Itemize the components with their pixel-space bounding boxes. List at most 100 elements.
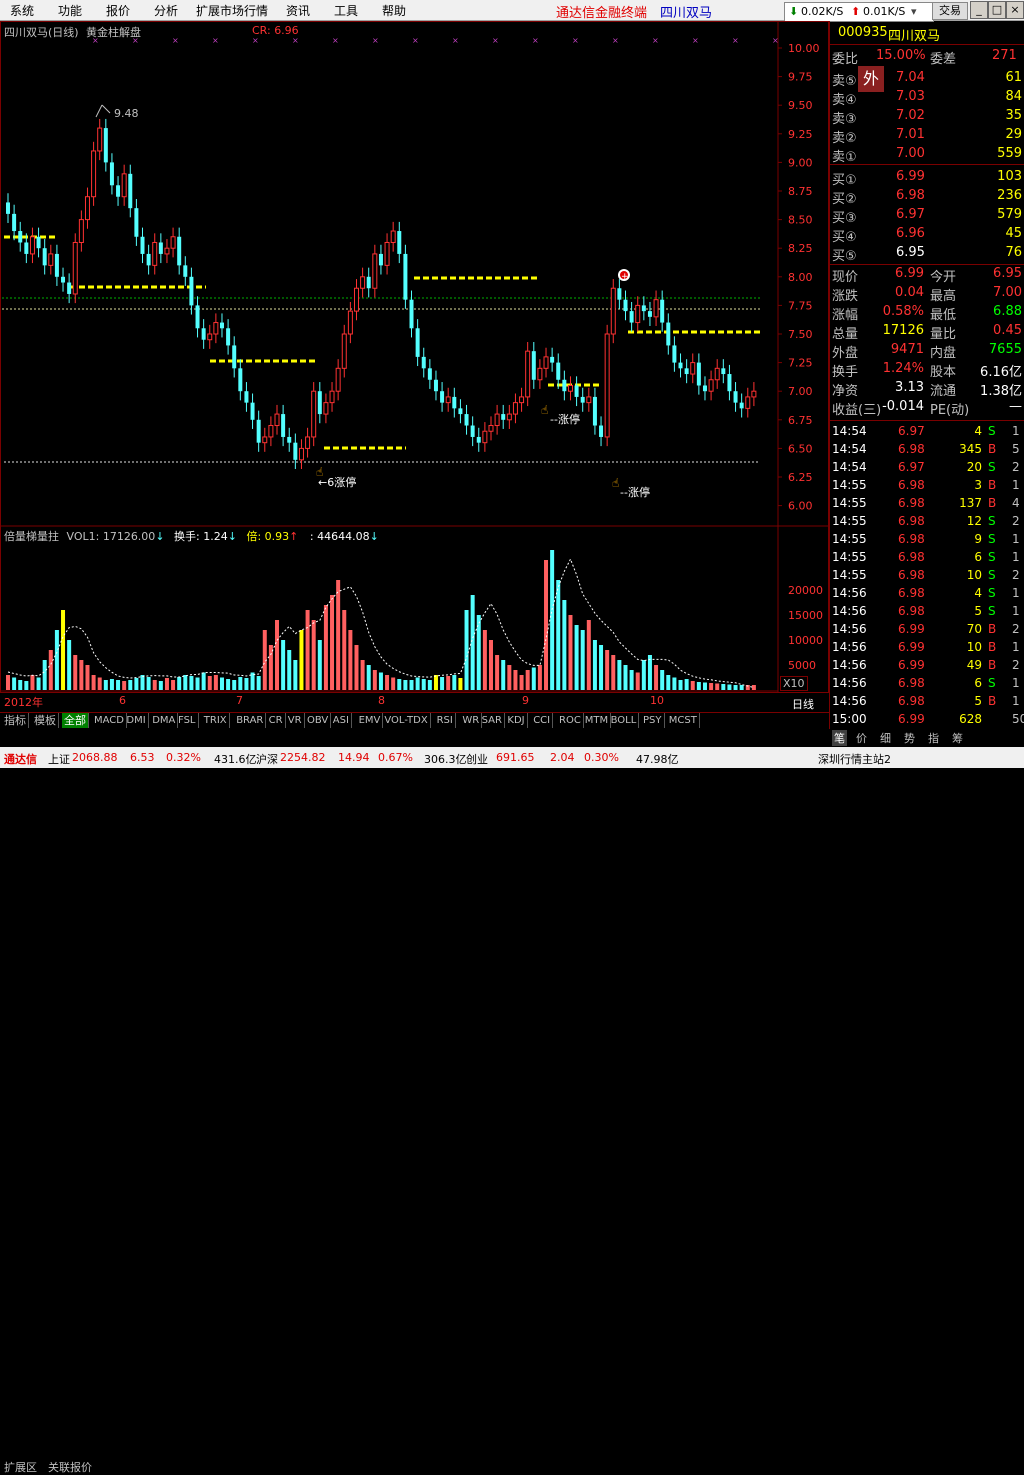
tick-time: 14:55	[832, 496, 867, 510]
sh-amount: 431.6亿	[214, 753, 257, 766]
volume-bar	[501, 660, 506, 690]
tab-extension[interactable]: 扩展区	[4, 1459, 37, 1474]
candle-body	[18, 231, 23, 243]
candle-body	[592, 396, 597, 426]
indicator-tab[interactable]: 模板	[32, 713, 59, 728]
quote-bottom-tab[interactable]: 指	[928, 730, 939, 746]
candle-body	[512, 402, 518, 415]
tick-side: B	[988, 640, 997, 654]
tick-time: 14:54	[832, 424, 867, 438]
period-label[interactable]: 日线	[792, 696, 814, 712]
candle-body	[562, 379, 567, 392]
indicator-tab[interactable]: FSL	[176, 713, 199, 728]
candle-body	[366, 276, 371, 289]
quote-bottom-tab[interactable]: 细	[880, 730, 891, 746]
menu-quote[interactable]: 报价	[106, 2, 130, 19]
indicator-tab[interactable]: DMA	[150, 713, 179, 728]
candle-body	[427, 368, 432, 380]
candle-body	[610, 287, 616, 335]
indicator-tab[interactable]: CR	[267, 713, 286, 728]
indicator-tab[interactable]: 全部	[62, 713, 89, 728]
trade-button[interactable]: 交易	[932, 2, 968, 20]
quote-bottom-tab[interactable]: 势	[904, 730, 915, 746]
minimize-button[interactable]: _	[970, 1, 988, 19]
menu-analysis[interactable]: 分析	[154, 2, 178, 19]
price-tick-label: 6.50	[788, 442, 813, 455]
marker-x: ×	[612, 36, 619, 45]
indicator-tab[interactable]: SAR	[480, 713, 505, 728]
indicator-tab[interactable]: RSI	[435, 713, 456, 728]
tick-volume: 10	[966, 640, 982, 654]
indicator-tab[interactable]: EMV	[357, 713, 384, 728]
indicator-tab[interactable]: KDJ	[505, 713, 528, 728]
volume-bar	[531, 667, 536, 690]
indicator-tab[interactable]: ROC	[557, 713, 584, 728]
tab-related-quote[interactable]: 关联报价	[48, 1459, 92, 1474]
indicator-tab[interactable]: MTM	[583, 713, 612, 728]
svg-text:+: +	[621, 272, 629, 282]
weicha-value: 271	[992, 48, 1017, 63]
close-button[interactable]: ×	[1006, 1, 1024, 19]
indicator-tab[interactable]: VOL-TDX	[382, 713, 431, 728]
volume-bar	[751, 685, 756, 690]
up-arrow-icon: ⬆	[851, 5, 861, 18]
quote-bottom-tab[interactable]: 笔	[832, 730, 847, 746]
candle-body	[158, 242, 163, 254]
indicator-tab[interactable]: 指标	[2, 713, 29, 728]
tick-side: S	[988, 568, 996, 582]
marker-x: ×	[292, 36, 299, 45]
dropdown-icon[interactable]: ▾	[911, 5, 917, 18]
menu-system[interactable]: 系统	[10, 2, 34, 19]
indicator-tab[interactable]: TRIX	[202, 713, 230, 728]
menu-tools[interactable]: 工具	[334, 2, 358, 19]
tick-volume: 9	[974, 532, 982, 546]
indicator-tab[interactable]: BRAR	[234, 713, 267, 728]
indicator-tab[interactable]: BOLL	[609, 713, 640, 728]
quote-bottom-tab[interactable]: 价	[856, 730, 867, 746]
tick-side: S	[988, 514, 996, 528]
indicator-tab[interactable]: PSY	[641, 713, 665, 728]
stat-value: 6.95	[993, 266, 1022, 281]
menu-function[interactable]: 功能	[58, 2, 82, 19]
indicator-tab[interactable]: DMI	[124, 713, 149, 728]
menu-help[interactable]: 帮助	[382, 2, 406, 19]
menu-news[interactable]: 资讯	[286, 2, 310, 19]
candle-body	[232, 345, 237, 369]
volume-bar	[617, 660, 622, 690]
price-tick-label: 7.00	[788, 385, 813, 398]
volume-bar	[403, 680, 408, 690]
candle-body	[268, 425, 274, 438]
tick-price: 6.98	[898, 514, 925, 528]
menu-extended-market[interactable]: 扩展市场行情	[196, 2, 268, 19]
marker-x: ×	[732, 36, 739, 45]
trade-tick-row: 14:55 6.98 10 S 2	[832, 568, 1022, 586]
volume-bars	[6, 550, 756, 690]
candle-body	[323, 402, 329, 415]
volume-bar	[128, 680, 133, 690]
indicator-tab[interactable]: ASI	[331, 713, 352, 728]
volume-bar	[525, 670, 530, 690]
volume-bar	[213, 675, 218, 690]
quote-bottom-tab[interactable]: 筹	[952, 730, 963, 746]
candle-body	[207, 333, 213, 341]
indicator-tab[interactable]: MCST	[667, 713, 700, 728]
stat-value: 0.04	[895, 285, 924, 300]
x-label-6: 6	[119, 694, 126, 707]
candle-body	[647, 311, 652, 317]
buy-row: 买⑤ 6.95 76	[832, 245, 1022, 264]
candle-body	[42, 248, 47, 266]
maximize-button[interactable]: □	[988, 1, 1006, 19]
tick-count: 2	[1012, 658, 1020, 672]
indicator-tab[interactable]: OBV	[305, 713, 332, 728]
buy-volume: 45	[1005, 226, 1022, 241]
zoom-x10[interactable]: X10	[780, 676, 808, 691]
volume-bar	[54, 630, 59, 690]
indicator-tab[interactable]: VR	[286, 713, 305, 728]
limit-up-annotation-2: --涨停	[550, 413, 580, 426]
indicator-tab[interactable]: MACD	[92, 713, 127, 728]
volume-bar	[696, 682, 701, 690]
sell-price: 7.04	[896, 70, 925, 85]
candle-body	[617, 288, 622, 300]
volume-bar	[348, 630, 353, 690]
indicator-tab[interactable]: CCI	[531, 713, 554, 728]
